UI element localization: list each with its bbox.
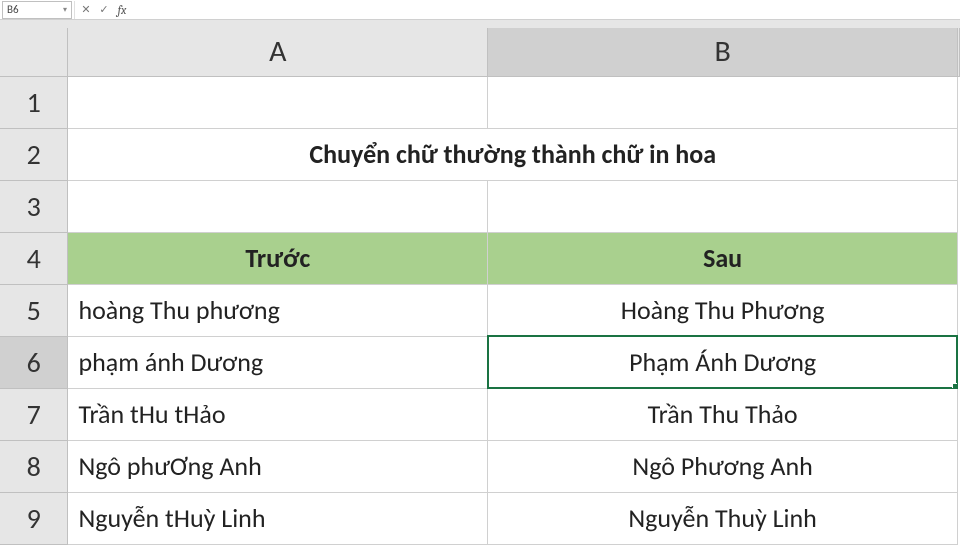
spreadsheet: A B 1 2 Chuyển chữ thường thành chữ in h…: [0, 28, 960, 545]
cell-A1[interactable]: [68, 76, 488, 128]
cell-B8[interactable]: Ngô Phương Anh: [488, 440, 958, 492]
formula-input[interactable]: [131, 1, 960, 19]
divider: [74, 1, 75, 19]
row-header-5[interactable]: 5: [0, 284, 68, 336]
cell-A8[interactable]: Ngô phưƠng Anh: [68, 440, 488, 492]
cell-A3[interactable]: [68, 180, 488, 232]
formula-bar: B6 ▾ ✕ ✓ fx: [0, 0, 960, 20]
cell-B9[interactable]: Nguyễn Thuỳ Linh: [488, 492, 958, 544]
header-after[interactable]: Sau: [488, 232, 958, 284]
gutter: [0, 20, 960, 28]
title-text: Chuyển chữ thường thành chữ in hoa: [309, 138, 716, 170]
header-before[interactable]: Trước: [68, 232, 488, 284]
name-box[interactable]: B6 ▾: [2, 1, 72, 19]
row-header-9[interactable]: 9: [0, 492, 68, 544]
row-header-4[interactable]: 4: [0, 232, 68, 284]
name-box-value: B6: [7, 3, 19, 16]
row-header-3[interactable]: 3: [0, 180, 68, 232]
cell-B1[interactable]: [488, 76, 958, 128]
enter-icon[interactable]: ✓: [95, 1, 113, 19]
row-header-6[interactable]: 6: [0, 336, 68, 388]
cancel-icon[interactable]: ✕: [77, 1, 95, 19]
chevron-down-icon[interactable]: ▾: [63, 5, 67, 15]
cell-A7[interactable]: Trần tHu tHảo: [68, 388, 488, 440]
column-header-edge: [957, 28, 959, 76]
row-header-1[interactable]: 1: [0, 76, 68, 128]
cell-A5[interactable]: hoàng Thu phương: [68, 284, 488, 336]
cell-B6[interactable]: Phạm Ánh Dương: [488, 336, 958, 388]
sheet-wrap: A B 1 2 Chuyển chữ thường thành chữ in h…: [0, 28, 960, 545]
fx-icon[interactable]: fx: [113, 1, 131, 19]
cell-B7[interactable]: Trần Thu Thảo: [488, 388, 958, 440]
cell-B5[interactable]: Hoàng Thu Phương: [488, 284, 958, 336]
column-header-B[interactable]: B: [488, 28, 958, 76]
cell-B3[interactable]: [488, 180, 958, 232]
cell-A6[interactable]: phạm ánh Dương: [68, 336, 488, 388]
row-header-8[interactable]: 8: [0, 440, 68, 492]
row-header-2[interactable]: 2: [0, 128, 68, 180]
row-header-7[interactable]: 7: [0, 388, 68, 440]
cell-A9[interactable]: Nguyễn tHuỳ Linh: [68, 492, 488, 544]
column-header-A[interactable]: A: [68, 28, 488, 76]
select-all-corner[interactable]: [0, 28, 68, 76]
title-cell[interactable]: Chuyển chữ thường thành chữ in hoa: [68, 128, 958, 180]
